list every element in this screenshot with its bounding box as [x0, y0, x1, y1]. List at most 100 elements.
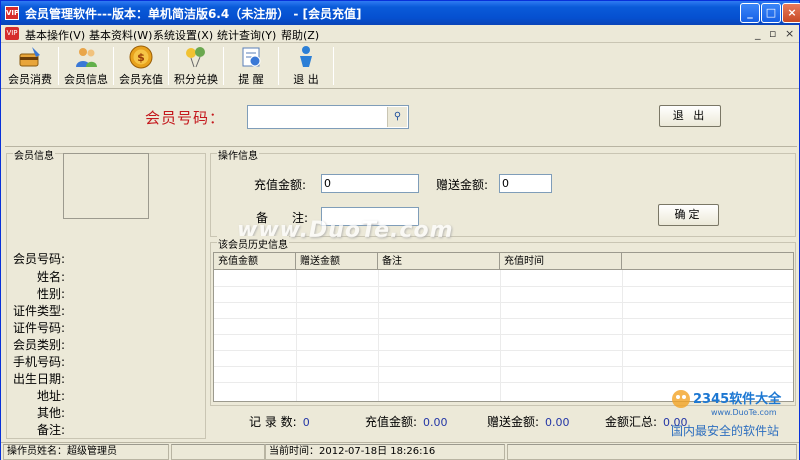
operation-group-title: 操作信息	[217, 147, 259, 162]
toolbar-label: 退 出	[293, 73, 319, 86]
watermark-slogan: 国内最安全的软件站	[671, 423, 779, 438]
remark-field-label: 备注:	[36, 423, 65, 437]
history-table-header: 充值金额 赠送金额 备注 充值时间	[214, 253, 793, 270]
menu-basic-ops[interactable]: 基本操作(V)	[25, 27, 85, 43]
grand-total-label: 金额汇总:	[605, 415, 658, 429]
exit-person-icon	[300, 46, 312, 67]
bonus-summary: 赠送金额: 0.00	[487, 413, 570, 430]
watermark-url: www.DuoTe.com	[711, 408, 777, 417]
id-type-field-label: 证件类型:	[12, 304, 65, 318]
history-table[interactable]: 充值金额 赠送金额 备注 充值时间	[213, 252, 794, 402]
menu-statistics[interactable]: 统计查询(Y)	[217, 27, 276, 43]
operator-status: 操作员姓名：超级管理员	[3, 444, 169, 460]
bonus-amount-input[interactable]	[499, 174, 552, 193]
reminder-icon	[242, 47, 261, 67]
toolbar-label: 会员充值	[119, 73, 163, 86]
records-count-label: 记 录 数:	[249, 415, 297, 429]
address-field-label: 地址:	[36, 389, 65, 403]
mobile-field-label: 手机号码:	[12, 355, 65, 369]
status-blank-cell	[171, 444, 265, 460]
bonus-amount-label: 赠送金额:	[436, 178, 489, 192]
member-photo	[63, 153, 149, 219]
grid-line	[214, 334, 793, 335]
close-button[interactable]: ×	[782, 3, 800, 23]
toolbar-points-exchange[interactable]: 积分兑换	[170, 45, 222, 87]
toolbar: 会员消费 会员信息 $ 会员充值 积分兑换 提 醒 退 出	[1, 43, 799, 89]
column-header-recharge-amount[interactable]: 充值金额	[214, 253, 296, 270]
app-window: VIP 会员管理软件---版本：单机简洁版6.4（未注册） - [会员充值] _…	[0, 0, 800, 460]
recharge-amount-input[interactable]	[321, 174, 419, 193]
records-count-value: 0	[302, 416, 310, 429]
users-icon	[76, 48, 97, 67]
2345-watermark-logo: 2345软件大全 www.DuoTe.com 国内最安全的软件站	[671, 390, 782, 438]
toolbar-label: 积分兑换	[174, 73, 218, 86]
recharge-amount-label: 充值金额:	[254, 178, 307, 192]
menu-basic-data[interactable]: 基本资料(W)	[89, 27, 152, 43]
name-field-label: 姓名:	[36, 270, 65, 284]
minimize-button[interactable]: _	[740, 3, 760, 23]
grid-line	[214, 350, 793, 351]
bonus-total-label: 赠送金额:	[487, 415, 540, 429]
member-number-input[interactable]	[250, 108, 386, 126]
title-bar[interactable]: VIP 会员管理软件---版本：单机简洁版6.4（未注册） - [会员充值] _…	[1, 1, 800, 25]
toolbar-reminder[interactable]: 提 醒	[225, 45, 277, 87]
maximize-button[interactable]: □	[761, 3, 781, 23]
toolbar-label: 提 醒	[238, 73, 264, 86]
coin-icon: $	[129, 45, 153, 69]
member-info-group-title: 会员信息	[13, 147, 55, 162]
records-summary: 记 录 数: 0	[249, 413, 310, 430]
grid-line	[214, 366, 793, 367]
status-bar: 操作员姓名：超级管理员 当前时间：2012-07-18日 18:26:16	[1, 442, 799, 460]
column-header-bonus-amount[interactable]: 赠送金额	[296, 253, 378, 270]
card-swipe-icon	[19, 47, 40, 67]
watermark-brand: 2345软件大全	[693, 391, 782, 407]
menu-bar: VIP 基本操作(V) 基本资料(W) 系统设置(X) 统计查询(Y) 帮助(Z…	[1, 25, 799, 43]
bonus-total-value: 0.00	[545, 416, 570, 429]
id-number-field-label: 证件号码:	[12, 321, 65, 335]
birth-date-field-label: 出生日期:	[12, 372, 65, 386]
toolbar-separator	[223, 47, 224, 85]
member-number-combobox[interactable]: ⚲	[247, 105, 409, 129]
column-header-blank	[622, 253, 793, 270]
exit-button[interactable]: 退 出	[659, 105, 721, 127]
member-search-panel: 会员号码： ⚲ 退 出	[5, 91, 797, 147]
status-blank-cell	[507, 444, 797, 460]
balloons-icon	[186, 47, 205, 68]
toolbar-separator	[278, 47, 279, 85]
search-icon[interactable]: ⚲	[387, 107, 407, 127]
recharge-summary: 充值金额: 0.00	[365, 413, 448, 430]
toolbar-separator	[58, 47, 59, 85]
toolbar-member-info[interactable]: 会员信息	[60, 45, 112, 87]
current-time-status: 当前时间：2012-07-18日 18:26:16	[265, 444, 505, 460]
history-group-title: 该会员历史信息	[217, 236, 289, 251]
grid-line	[214, 286, 793, 287]
menu-system-settings[interactable]: 系统设置(X)	[153, 27, 213, 43]
confirm-button[interactable]: 确定	[658, 204, 719, 226]
toolbar-label: 会员信息	[64, 73, 108, 86]
mdi-close-button[interactable]: ×	[785, 27, 794, 40]
toolbar-separator	[333, 47, 334, 85]
toolbar-separator	[168, 47, 169, 85]
vip-app-icon: VIP	[5, 6, 19, 20]
member-number-label: 会员号码：	[145, 109, 226, 127]
column-header-recharge-time[interactable]: 充值时间	[500, 253, 622, 270]
toolbar-label: 会员消费	[8, 73, 52, 86]
grid-line	[214, 302, 793, 303]
member-category-field-label: 会员类别:	[12, 338, 65, 352]
gender-field-label: 性别:	[36, 287, 65, 301]
toolbar-member-consume[interactable]: 会员消费	[4, 45, 56, 87]
member-number-field-label: 会员号码:	[12, 252, 65, 266]
other-field-label: 其他:	[36, 406, 65, 420]
vip-mdi-icon[interactable]: VIP	[5, 27, 19, 40]
mdi-restore-button[interactable]: ▫	[769, 27, 776, 40]
recharge-total-value: 0.00	[423, 416, 448, 429]
toolbar-exit[interactable]: 退 出	[280, 45, 332, 87]
window-title: 会员管理软件---版本：单机简洁版6.4（未注册） - [会员充值]	[25, 7, 362, 21]
svg-text:$: $	[137, 51, 145, 64]
toolbar-separator	[113, 47, 114, 85]
menu-help[interactable]: 帮助(Z)	[281, 27, 319, 43]
column-header-remark[interactable]: 备注	[378, 253, 500, 270]
toolbar-member-recharge[interactable]: $ 会员充值	[115, 45, 167, 87]
recharge-total-label: 充值金额:	[365, 415, 418, 429]
mdi-minimize-button[interactable]: _	[755, 27, 761, 40]
